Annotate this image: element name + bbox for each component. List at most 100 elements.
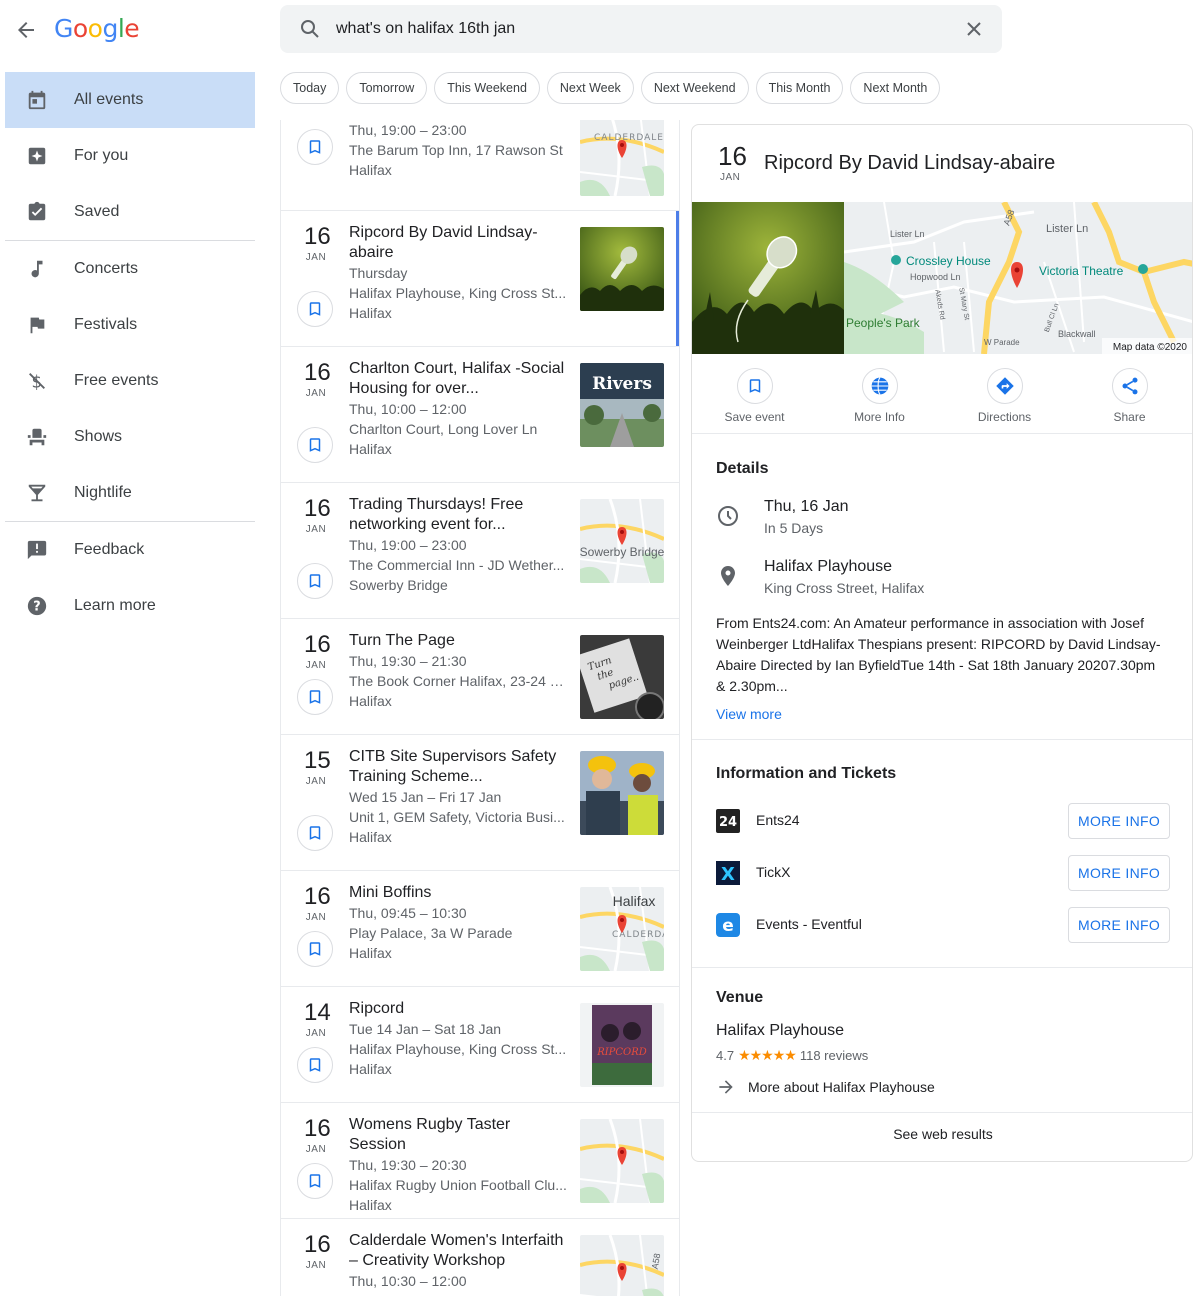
no-money-icon: $ <box>25 369 49 393</box>
save-event-button[interactable] <box>297 679 333 715</box>
event-thumbnail: Turn the page.. <box>580 635 664 719</box>
event-image[interactable] <box>692 202 844 354</box>
venue-map[interactable]: Lister Ln Crossley House Hopwood Ln Vict… <box>843 200 1192 355</box>
more-info-button[interactable]: MORE INFO <box>1068 907 1170 943</box>
thumb-text: RIPCORD <box>596 1047 647 1058</box>
nav-item-free-events[interactable]: $ Free events <box>5 353 255 409</box>
event-card[interactable]: 15 JAN CITB Site Supervisors Safety Traini… <box>281 735 679 871</box>
nav-item-festivals[interactable]: Festivals <box>5 297 255 353</box>
more-about-label: More about Halifax Playhouse <box>748 1079 935 1095</box>
event-card[interactable]: 16 JAN Charlton Court, Halifax -Social Hou… <box>281 347 679 483</box>
search-icon[interactable] <box>298 17 322 41</box>
nav-item-learn-more[interactable]: ? Learn more <box>5 578 255 634</box>
chip-next-month[interactable]: Next Month <box>850 72 941 104</box>
review-count[interactable]: 118 reviews <box>800 1048 868 1063</box>
bookmark-icon <box>306 1056 324 1074</box>
event-title: Mini Boffins <box>349 884 432 901</box>
chip-next-week[interactable]: Next Week <box>546 72 634 104</box>
detail-hero: Lister Ln Crossley House Hopwood Ln Vict… <box>692 200 1192 355</box>
event-card[interactable]: 16 JAN Mini Boffins Thu, 09:45 – 10:30 Play … <box>281 871 679 987</box>
save-event-button[interactable] <box>297 815 333 851</box>
event-detail-line: Thu, 19:00 – 23:00 <box>349 122 467 138</box>
event-card[interactable]: 16 JAN Womens Rugby Taster Session Thu, 19:… <box>281 1103 679 1219</box>
more-info-button[interactable]: MORE INFO <box>1068 803 1170 839</box>
save-event-button[interactable] <box>297 129 333 165</box>
directions-button[interactable]: Directions <box>942 368 1067 424</box>
detail-day: 16 <box>718 141 747 171</box>
venue-name[interactable]: Halifax Playhouse <box>716 1022 844 1040</box>
save-event-button[interactable] <box>297 1047 333 1083</box>
share-button[interactable]: Share <box>1067 368 1192 424</box>
map-credit: Map data ©2020 <box>1113 342 1188 353</box>
event-detail-line: Halifax <box>349 945 392 961</box>
event-day: 14 <box>304 999 331 1026</box>
save-event-button[interactable] <box>297 931 333 967</box>
event-title: Trading Thursdays! Free networking event… <box>349 496 524 533</box>
back-arrow-icon[interactable] <box>14 18 38 42</box>
save-event-button[interactable] <box>297 291 333 327</box>
chip-this-month[interactable]: This Month <box>755 72 844 104</box>
event-month: JAN <box>305 1260 327 1271</box>
event-month: JAN <box>305 524 327 535</box>
clear-search-icon[interactable] <box>962 17 986 41</box>
search-input[interactable] <box>336 13 936 45</box>
map-label: Blackwall <box>1058 329 1096 339</box>
svg-text:e: e <box>722 916 734 936</box>
event-detail-line: Thu, 19:00 – 23:00 <box>349 537 467 553</box>
event-card[interactable]: 16 JAN Turn The Page Thu, 19:30 – 21:30 The … <box>281 619 679 735</box>
event-detail-line: The Barum Top Inn, 17 Rawson St <box>349 142 563 158</box>
detail-title: Ripcord By David Lindsay-abaire <box>764 152 1056 174</box>
event-detail-line: Thu, 19:30 – 21:30 <box>349 653 467 669</box>
event-detail-line: Thu, 19:30 – 20:30 <box>349 1157 467 1173</box>
nav-item-saved[interactable]: Saved <box>5 184 255 240</box>
event-card[interactable]: Thu, 19:00 – 23:00 The Barum Top Inn, 17 … <box>281 120 679 211</box>
more-about-venue-link[interactable]: More about Halifax Playhouse <box>716 1077 935 1097</box>
chip-tomorrow[interactable]: Tomorrow <box>346 72 428 104</box>
svg-text:X: X <box>721 864 735 885</box>
nav-item-label: For you <box>74 147 129 164</box>
nav-item-feedback[interactable]: Feedback <box>5 522 255 578</box>
nav-item-nightlife[interactable]: Nightlife <box>5 465 255 521</box>
event-card[interactable]: 16 JAN Calderdale Women's Interfaith – Cre… <box>281 1219 679 1296</box>
event-card[interactable]: 16 JAN Trading Thursdays! Free networking … <box>281 483 679 619</box>
save-event-button[interactable] <box>297 1163 333 1199</box>
map-label: Halifax <box>613 893 656 909</box>
map-label: People's Park <box>846 316 921 330</box>
save-event-button[interactable] <box>297 427 333 463</box>
bookmark-icon <box>306 688 324 706</box>
more-info-button[interactable]: More Info <box>817 368 942 424</box>
nav-item-for-you[interactable]: For you <box>5 128 255 184</box>
nav-item-label: Shows <box>74 428 123 445</box>
view-more-link[interactable]: View more <box>716 706 782 722</box>
event-text: Ripcord Tue 14 Jan – Sat 18 Jan Halifax Pl… <box>349 999 567 1079</box>
map-label: Crossley House <box>906 254 991 268</box>
nav-item-concerts[interactable]: Concerts <box>5 241 255 297</box>
save-event-button[interactable]: Save event <box>692 368 817 424</box>
event-day: 16 <box>304 495 331 522</box>
bookmark-icon <box>306 300 324 318</box>
chip-next-weekend[interactable]: Next Weekend <box>640 72 749 104</box>
venue-rating: 4.7 ★★★★★ 118 reviews <box>716 1047 868 1064</box>
event-detail-line: The Commercial Inn - JD Wether... <box>349 557 565 573</box>
google-logo[interactable]: Google <box>54 14 140 44</box>
event-title: Ripcord <box>349 1000 405 1017</box>
chip-today[interactable]: Today <box>280 72 340 104</box>
see-web-results-link[interactable]: See web results <box>692 1126 1192 1142</box>
event-thumbnail: RIPCORD <box>580 1003 664 1087</box>
event-detail-line: Unit 1, GEM Safety, Victoria Busi... <box>349 809 565 825</box>
event-card[interactable]: 16 JAN Ripcord By David Lindsay-abaire Thur… <box>281 211 679 347</box>
event-detail-line: Thu, 10:00 – 12:00 <box>349 401 467 417</box>
more-info-button[interactable]: MORE INFO <box>1068 855 1170 891</box>
music-note-icon <box>25 257 49 281</box>
save-event-button[interactable] <box>297 563 333 599</box>
chip-this-weekend[interactable]: This Weekend <box>434 72 540 104</box>
event-thumbnail <box>580 227 664 311</box>
ticket-provider-row: X TickX MORE INFO <box>716 855 1170 891</box>
bookmark-icon <box>306 572 324 590</box>
event-month: JAN <box>305 252 327 263</box>
event-detail-line: Tue 14 Jan – Sat 18 Jan <box>349 1021 502 1037</box>
event-card[interactable]: 14 JAN Ripcord Tue 14 Jan – Sat 18 Jan Halif… <box>281 987 679 1103</box>
nav-item-shows[interactable]: Shows <box>5 409 255 465</box>
nav-item-all-events[interactable]: All events <box>5 72 255 128</box>
search-bar <box>280 5 1002 53</box>
